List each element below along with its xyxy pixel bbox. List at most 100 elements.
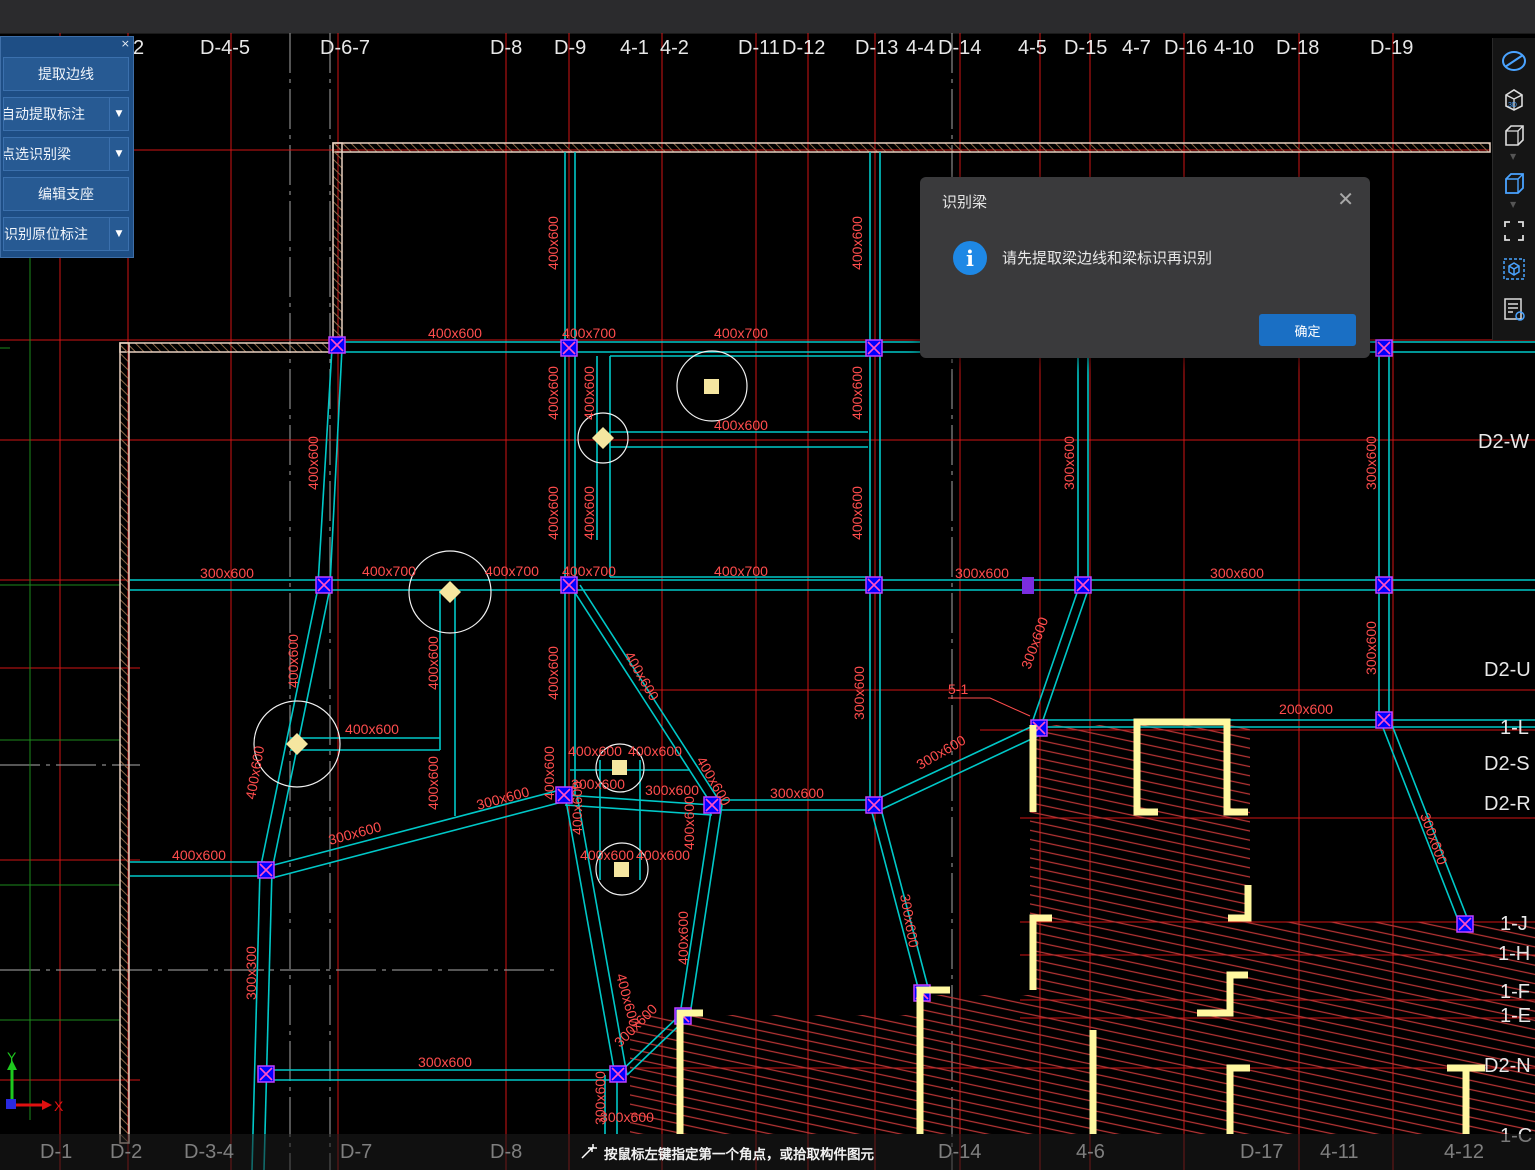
grid-label: D-9 <box>554 37 587 59</box>
top-bar <box>0 0 1535 34</box>
column-marker <box>328 336 346 354</box>
properties-list-icon[interactable] <box>1497 294 1531 324</box>
beam-size-label: 400x600 <box>681 796 697 850</box>
beam-size-label: 400x600 <box>545 216 561 270</box>
grid-label: D-19 <box>1370 37 1414 59</box>
orbit-icon[interactable] <box>1497 46 1531 76</box>
grid-label: D2-U <box>1484 659 1531 681</box>
grid-label: 4-7 <box>1122 37 1151 59</box>
beam-size-label: 400x600 <box>849 486 865 540</box>
beam-size-label: 400x600 <box>849 216 865 270</box>
beam-size-label: 300x600 <box>600 1109 654 1125</box>
grid-label: 4-2 <box>660 37 689 59</box>
dialog-message: 请先提取梁边线和梁标识再识别 <box>1002 249 1213 267</box>
extract-edge-button[interactable]: 提取边线 <box>3 57 129 91</box>
beam-size-label: 400x600 <box>581 486 597 540</box>
axis-x-label: X <box>54 1098 64 1114</box>
grid-label: D-3-4 <box>184 1141 235 1163</box>
grid-label: D-2 <box>110 1141 143 1163</box>
status-bar: D-1 D-2 D-3-4 D-7 D-8 D-14 4-6 D-17 4-11 4-12 按鼠标… <box>0 1134 1535 1170</box>
beam-size-label: 400x700 <box>485 563 539 579</box>
auto-extract-annotation-button[interactable]: 自动提取标注 ▼ <box>3 97 129 131</box>
selection-marker <box>1022 577 1034 594</box>
button-label: 自动提取标注 <box>3 107 85 123</box>
fullscreen-icon[interactable] <box>1497 216 1531 246</box>
beam-size-label: 400x600 <box>172 847 226 863</box>
beam-size-label: 300x600 <box>1363 621 1379 675</box>
info-icon: i <box>953 241 987 275</box>
axis-y-label: Y <box>7 1049 17 1065</box>
ok-button[interactable]: 确定 <box>1259 314 1356 346</box>
column-marker <box>865 339 883 357</box>
beam-size-label: 300x600 <box>770 785 824 801</box>
ucs-axis: Y X <box>6 1049 64 1114</box>
grid-label: D-13 <box>855 37 899 59</box>
column-marker <box>609 1065 627 1083</box>
beam-size-label: 400x600 <box>425 756 441 810</box>
beam-size-label: 300x600 <box>475 783 532 812</box>
grid-label: D-8 <box>490 37 523 59</box>
grid-label: D-16 <box>1164 37 1208 59</box>
guide-lines <box>0 33 953 1170</box>
grid-label: 4-10 <box>1214 37 1255 59</box>
grid-label: D2-S <box>1484 753 1530 775</box>
annotation-label: 5-1 <box>948 681 968 697</box>
grid-label: D2-R <box>1484 793 1531 815</box>
beam-size-label: 300x600 <box>645 782 699 798</box>
beam-size-label: 400x700 <box>714 563 768 579</box>
view-box-icon[interactable] <box>1497 120 1531 150</box>
grid-label: D-14 <box>938 1141 982 1163</box>
view-top-icon[interactable] <box>1497 168 1531 198</box>
beam-size-label: 400x700 <box>562 325 616 341</box>
beam-size-label: 400x600 <box>714 417 768 433</box>
grid-label: D-7 <box>340 1141 373 1163</box>
select-component-icon[interactable] <box>1497 254 1531 284</box>
column-marker <box>257 1065 275 1083</box>
column-marker <box>865 796 883 814</box>
column-marker <box>257 861 275 879</box>
beam-size-label: 400x600 <box>242 744 267 800</box>
pick-identify-inplace-annotation-button[interactable]: 点选识别原位标注 ▼ <box>3 217 129 251</box>
button-label: 点选识别梁 <box>3 147 71 163</box>
column-marker <box>560 339 578 357</box>
grid-label: 4-12 <box>1444 1141 1485 1163</box>
grid-label: D-8 <box>490 1141 523 1163</box>
grid-label: D-6-7 <box>320 37 371 59</box>
grid-label: 4-4 <box>906 37 935 59</box>
beam-size-label: 300x600 <box>955 565 1009 581</box>
beam-size-label: 300x600 <box>1363 436 1379 490</box>
grid-label: D-17 <box>1240 1141 1284 1163</box>
panel-close-icon[interactable]: × <box>121 37 130 50</box>
beam-size-label: 400x600 <box>305 436 321 490</box>
grid-label: D-18 <box>1276 37 1320 59</box>
beam-size-label: 400x600 <box>541 746 557 800</box>
column-marker <box>1074 576 1092 594</box>
beam-size-label: 300x600 <box>851 666 867 720</box>
beam-size-label: 400x700 <box>714 325 768 341</box>
grid-label: D-11 <box>738 37 780 59</box>
grid-label: 1-J <box>1500 913 1528 935</box>
beam-size-label: 400x600 <box>568 743 622 759</box>
grid-label: 4-5 <box>1018 37 1047 59</box>
beam-size-label: 300x300 <box>243 946 259 1000</box>
grid-label: 4-6 <box>1076 1141 1105 1163</box>
grid-label: 4-11 <box>1320 1141 1359 1163</box>
column-marker <box>1456 915 1474 933</box>
beam-size-label: 300x600 <box>1417 811 1451 867</box>
grid-label: 1-L <box>1500 717 1529 739</box>
dropdown-arrow-icon[interactable]: ▼ <box>109 138 128 170</box>
grid-label: 4-1 <box>620 37 649 59</box>
pick-identify-beam-button[interactable]: 点选识别梁 ▼ <box>3 137 129 171</box>
beam-size-label: 400x600 <box>345 721 399 737</box>
edit-support-button[interactable]: 编辑支座 <box>3 177 129 211</box>
button-label: 提取边线 <box>38 67 94 83</box>
dropdown-arrow-icon[interactable]: ▼ <box>109 218 128 250</box>
dialog-title: 识别梁 <box>942 193 988 211</box>
grid-label: D-4-5 <box>200 37 251 59</box>
dropdown-arrow-icon[interactable]: ▼ <box>109 98 128 130</box>
grid-label: 2 <box>133 37 145 59</box>
dialog-close-icon[interactable]: ✕ <box>1337 187 1354 211</box>
beam-size-label: 400x600 <box>581 366 597 420</box>
view-3d-icon[interactable]: 3D <box>1497 84 1531 114</box>
beam-size-label: 300x600 <box>200 565 254 581</box>
